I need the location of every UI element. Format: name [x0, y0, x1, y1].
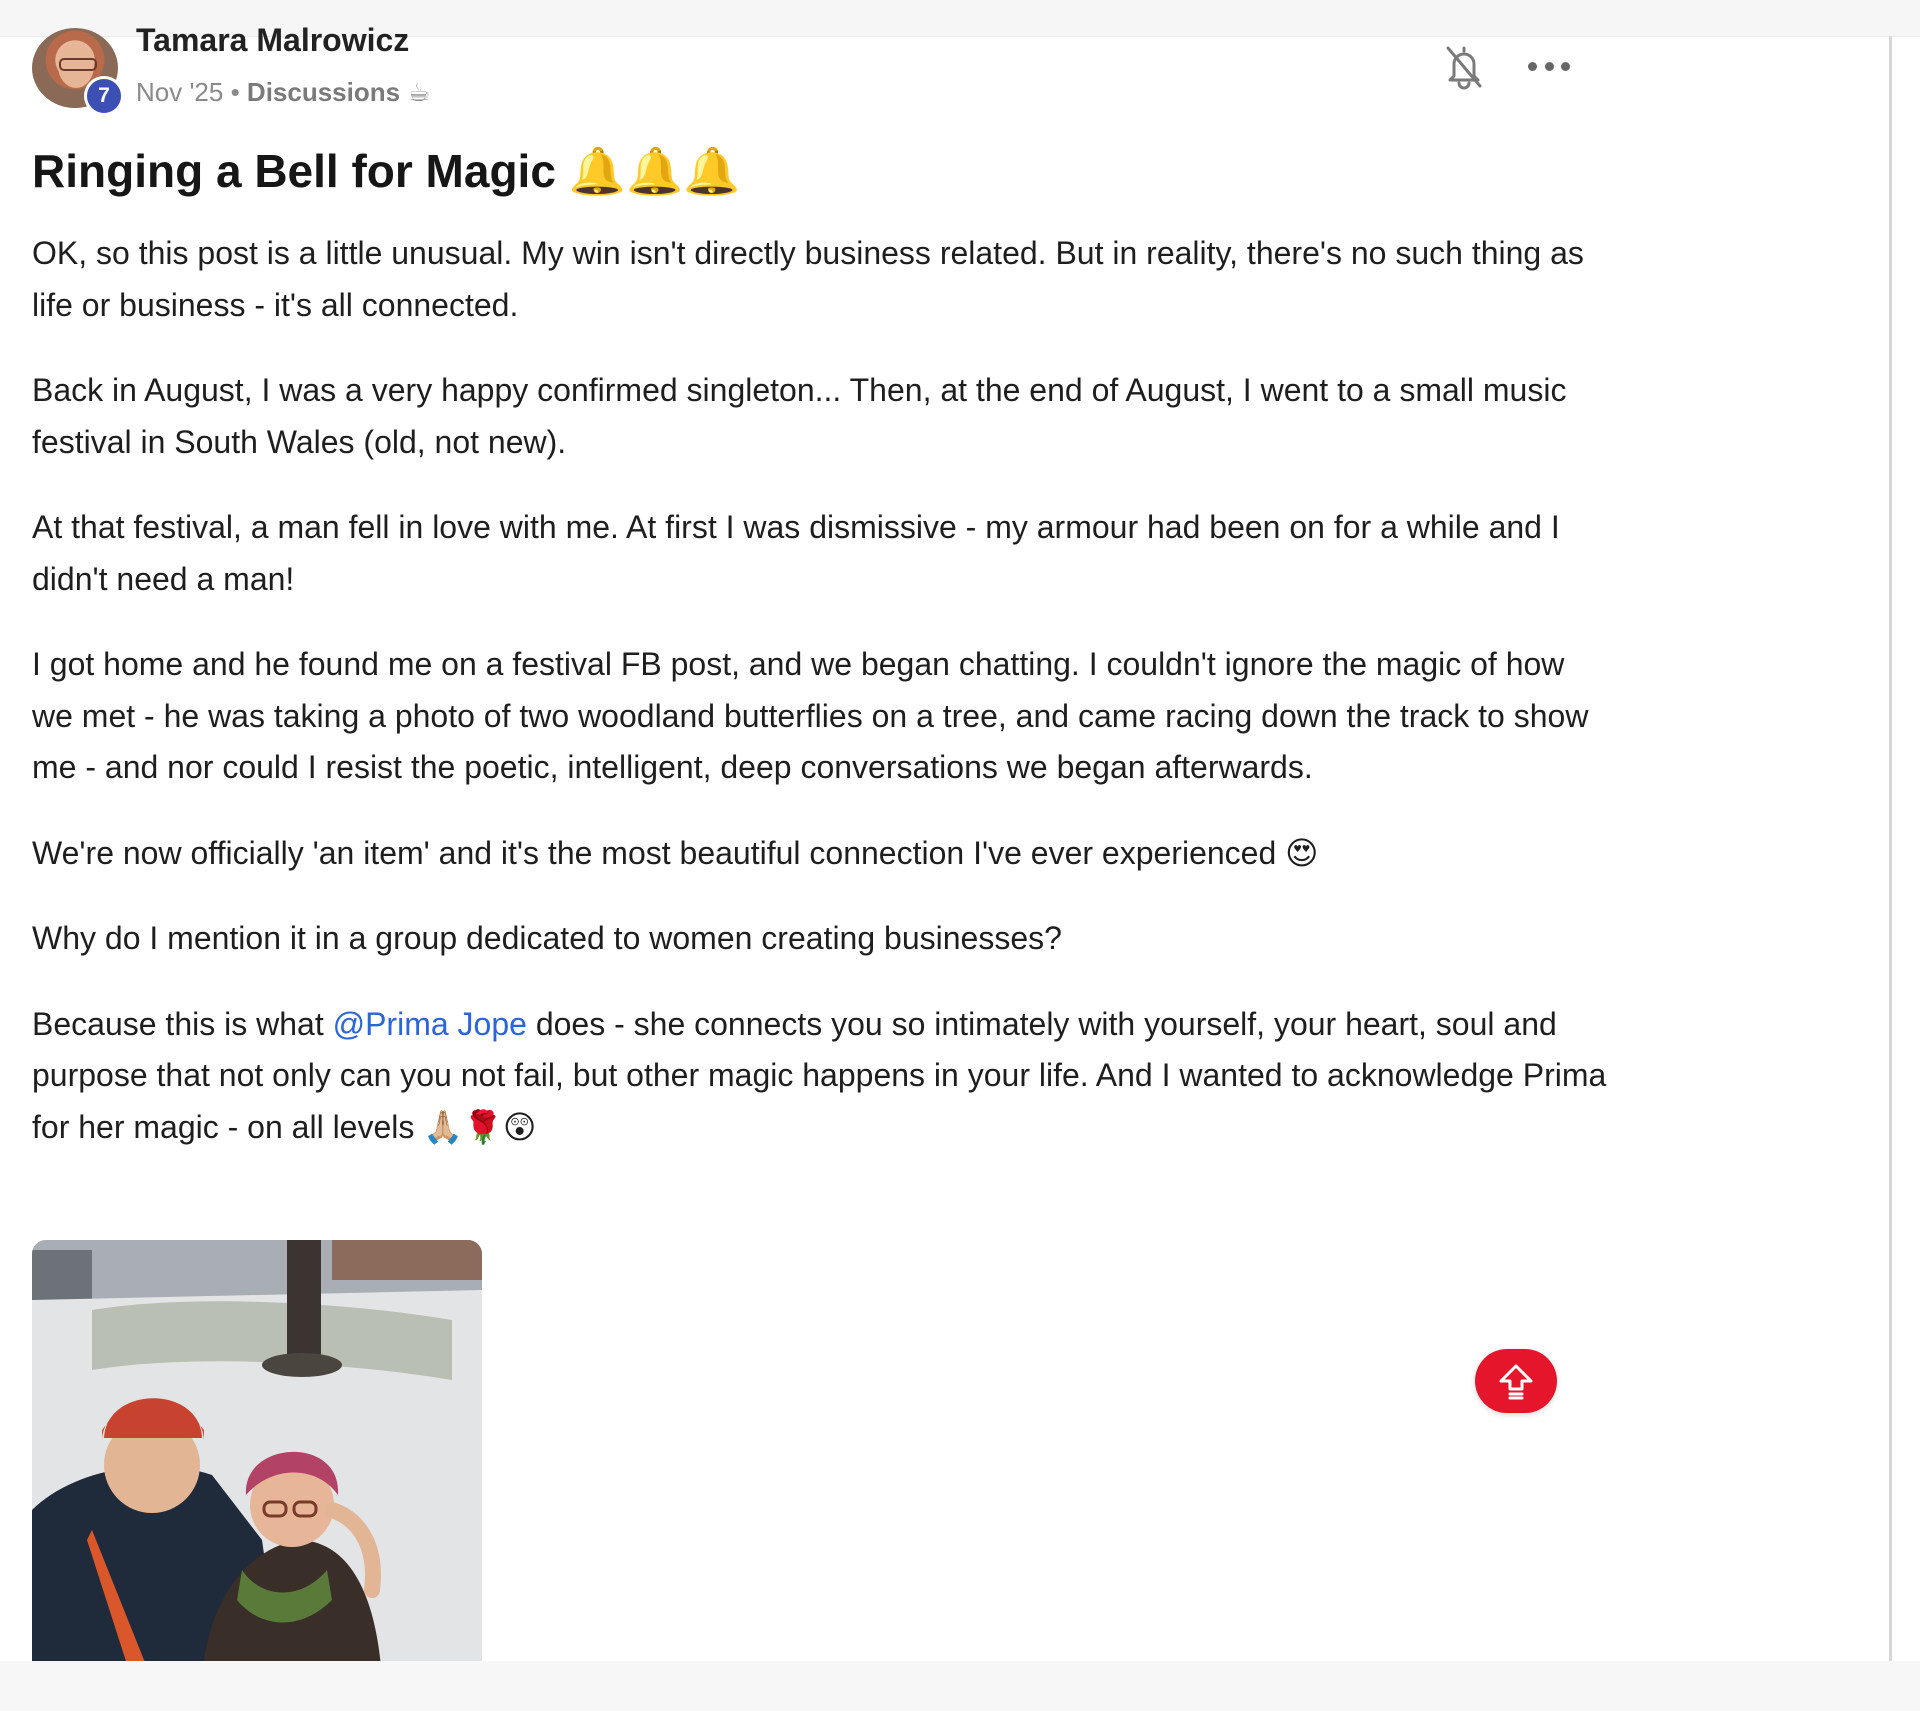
scrollbar-divider — [1889, 36, 1892, 1661]
more-dot — [1561, 61, 1570, 71]
more-dot — [1544, 61, 1554, 71]
more-horizontal-icon[interactable] — [1528, 52, 1570, 80]
paragraph-text: Because this is what — [32, 1005, 333, 1042]
post-paragraph: I got home and he found me on a festival… — [32, 646, 1589, 785]
category-emoji: ☕ — [407, 77, 431, 107]
post-paragraph: OK, so this post is a little unusual. My… — [32, 235, 1584, 323]
more-dot — [1528, 61, 1537, 71]
post-paragraph-mention: Because this is what @Prima Jope does - … — [32, 999, 1612, 1154]
arrow-up-icon[interactable] — [1475, 1349, 1557, 1413]
level-badge: 7 — [84, 76, 124, 116]
post-meta: Nov '25 • Discussions ☕ — [136, 77, 431, 107]
post-paragraph: Why do I mention it in a group dedicated… — [32, 920, 1062, 956]
post-category[interactable]: Discussions — [247, 77, 400, 107]
post-card: 7 Tamara Malrowicz Nov '25 • Discussions… — [0, 0, 1606, 1680]
user-mention-link[interactable]: @Prima Jope — [333, 1006, 527, 1042]
author-name[interactable]: Tamara Malrowicz — [136, 22, 409, 58]
post-image[interactable] — [32, 1240, 482, 1680]
post-paragraph: Back in August, I was a very happy confi… — [32, 372, 1567, 460]
post-body: OK, so this post is a little unusual. My… — [32, 228, 1612, 1187]
post-title: Ringing a Bell for Magic 🔔🔔🔔 — [32, 145, 741, 197]
bell-off-icon[interactable] — [1442, 42, 1486, 90]
post-date: Nov '25 — [136, 77, 224, 107]
post-paragraph: At that festival, a man fell in love wit… — [32, 509, 1560, 597]
post-paragraph: We're now officially 'an item' and it's … — [32, 834, 1319, 871]
meta-separator: • — [230, 77, 240, 107]
bottom-strip — [0, 1661, 1920, 1711]
avatar-glasses — [59, 58, 97, 71]
